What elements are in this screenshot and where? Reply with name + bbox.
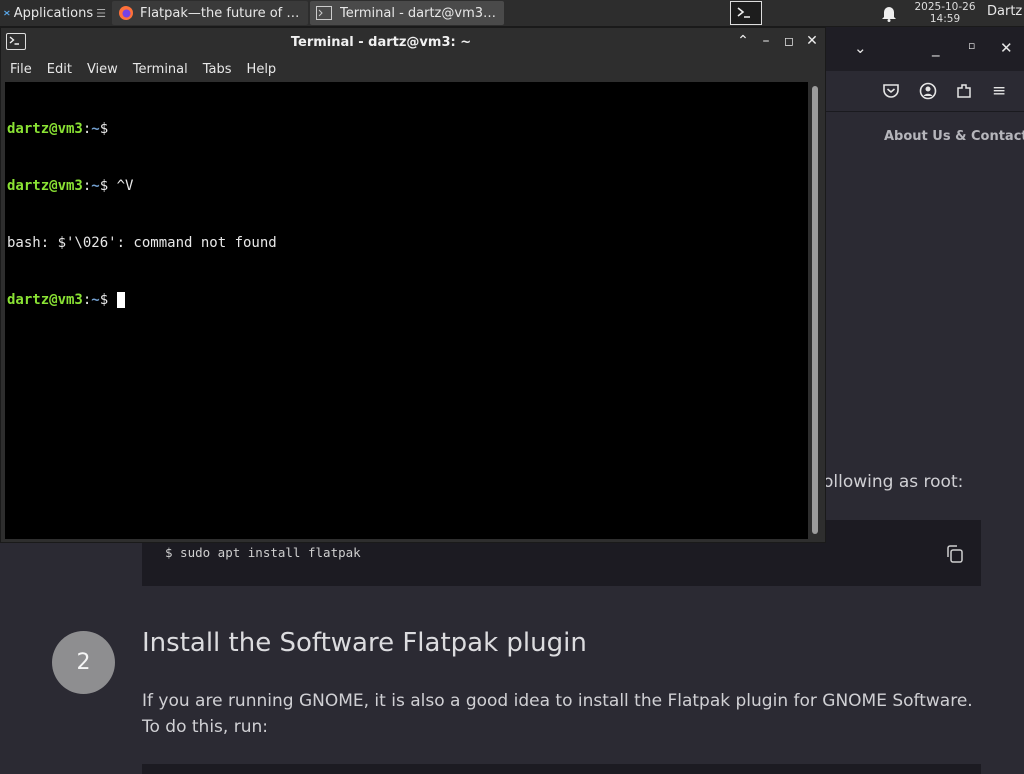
step-heading: Install the Software Flatpak plugin: [142, 628, 587, 658]
menu-view[interactable]: View: [81, 62, 124, 77]
menu-glyph-icon: ☰: [96, 6, 106, 20]
terminal-line: dartz@vm3:~$: [5, 120, 808, 139]
terminal-titlebar[interactable]: Terminal - dartz@vm3: ~ ⌃ – ◻ ✕: [1, 28, 825, 56]
clock-time: 14:59: [929, 13, 961, 25]
shade-up-icon[interactable]: ⌃: [734, 32, 752, 50]
clock-date: 2025-10-26: [914, 1, 976, 13]
terminal-preview-icon: [737, 7, 750, 18]
terminal-line: dartz@vm3:~$ ^V: [5, 177, 808, 196]
prompt-symbol: $: [99, 178, 109, 194]
pocket-icon[interactable]: [882, 82, 900, 100]
prompt-path: ~: [91, 121, 100, 137]
taskbar-firefox[interactable]: Flatpak—the future of a...: [112, 1, 308, 25]
taskbar-firefox-label: Flatpak—the future of a...: [140, 5, 302, 21]
user-menu[interactable]: Dartz: [987, 4, 1022, 19]
code-text: $ sudo apt install flatpak: [165, 545, 361, 560]
clock[interactable]: 2025-10-26 14:59: [905, 1, 985, 25]
notification-bell-icon[interactable]: [881, 4, 897, 22]
terminal-output-line: bash: $'\026': command not found: [7, 235, 277, 251]
prompt-user: dartz@vm3: [7, 292, 83, 308]
chevron-down-icon[interactable]: ⌄: [854, 39, 867, 57]
terminal-line: dartz@vm3:~$: [5, 291, 808, 310]
menu-edit[interactable]: Edit: [41, 62, 78, 77]
close-icon[interactable]: ✕: [1000, 39, 1013, 57]
terminal-window[interactable]: Terminal - dartz@vm3: ~ ⌃ – ◻ ✕ File Edi…: [0, 27, 826, 543]
copy-icon[interactable]: [945, 544, 965, 564]
terminal-title: Terminal - dartz@vm3: ~: [290, 35, 472, 50]
terminal-cursor: [116, 292, 126, 308]
prompt-user: dartz@vm3: [7, 178, 83, 194]
taskbar-terminal-label: Terminal - dartz@vm3: ~: [340, 5, 498, 21]
terminal-scrollbar[interactable]: [810, 84, 820, 536]
account-icon[interactable]: [919, 82, 937, 100]
taskbar-terminal[interactable]: Terminal - dartz@vm3: ~: [310, 1, 504, 25]
prompt-path: ~: [91, 292, 100, 308]
minimize-icon[interactable]: _: [932, 39, 940, 57]
applications-menu[interactable]: Applications ☰: [0, 0, 110, 26]
prompt-user: dartz@vm3: [7, 121, 83, 137]
applications-label: Applications: [13, 5, 94, 21]
nav-about-contact-link[interactable]: About Us & Contact: [884, 129, 1024, 144]
menu-help[interactable]: Help: [241, 62, 283, 77]
terminal-icon: [316, 6, 332, 20]
firefox-icon: [119, 6, 133, 20]
terminal-menubar: File Edit View Terminal Tabs Help: [1, 56, 825, 82]
step-number-badge: 2: [52, 631, 115, 694]
close-icon[interactable]: ✕: [803, 32, 821, 50]
xfce-logo-icon: [4, 10, 10, 16]
prompt-symbol: $: [99, 292, 109, 308]
instruction-text: ollowing as root:: [823, 472, 964, 492]
menu-file[interactable]: File: [4, 62, 38, 77]
prompt-path: ~: [91, 178, 100, 194]
maximize-icon[interactable]: ◻: [780, 32, 798, 50]
code-block-2: [142, 764, 981, 774]
browser-toolbar: ≡: [826, 71, 1024, 112]
step-description: If you are running GNOME, it is also a g…: [142, 691, 973, 737]
menu-tabs[interactable]: Tabs: [197, 62, 238, 77]
extensions-icon[interactable]: [955, 82, 973, 100]
maximize-icon[interactable]: ▫: [968, 39, 975, 52]
prompt-symbol: $: [99, 121, 109, 137]
workspace-switcher[interactable]: [730, 1, 762, 25]
browser-titlebar: ⌄ _ ▫ ✕: [826, 27, 1024, 71]
hamburger-menu-icon[interactable]: ≡: [992, 81, 1006, 101]
scrollbar-thumb[interactable]: [812, 86, 818, 534]
top-panel: Applications ☰ Flatpak—the future of a..…: [0, 0, 1024, 27]
minimize-icon[interactable]: –: [757, 32, 775, 50]
terminal-output[interactable]: dartz@vm3:~$ dartz@vm3:~$ ^V bash: $'\02…: [5, 82, 808, 539]
command-text: [108, 292, 116, 308]
menu-terminal[interactable]: Terminal: [127, 62, 194, 77]
command-text: ^V: [108, 178, 134, 194]
